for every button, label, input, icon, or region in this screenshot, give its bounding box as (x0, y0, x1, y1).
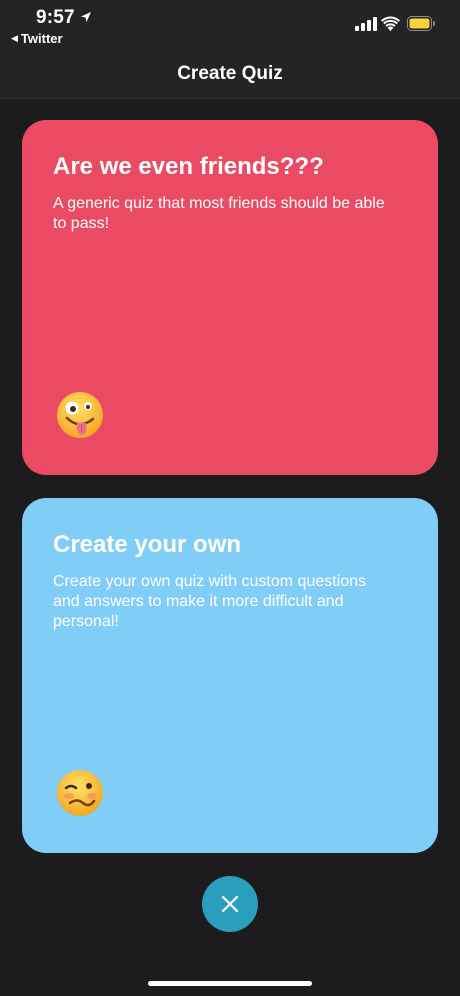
zany-face-icon (57, 392, 103, 438)
screen: 9:57 ◀ Twitter Create Quiz Are we even f… (0, 0, 460, 996)
card-title: Are we even friends??? (53, 153, 324, 180)
home-indicator[interactable] (148, 981, 312, 986)
status-time: 9:57 (36, 7, 75, 28)
page-title: Create Quiz (177, 63, 283, 84)
close-button[interactable] (202, 876, 258, 932)
back-to-app-link[interactable]: ◀ Twitter (11, 31, 63, 46)
top-bar: 9:57 ◀ Twitter Create Quiz (0, 0, 460, 99)
battery-icon (407, 16, 435, 31)
quiz-card-generic[interactable]: Are we even friends??? A generic quiz th… (22, 120, 438, 475)
card-title: Create your own (53, 531, 242, 558)
wifi-icon (381, 16, 400, 31)
cellular-signal-icon (355, 17, 377, 31)
quiz-card-custom[interactable]: Create your own Create your own quiz wit… (22, 498, 438, 853)
card-description: A generic quiz that most friends should … (53, 195, 385, 232)
back-triangle-icon: ◀ (11, 33, 18, 43)
card-description: Create your own quiz with custom questio… (53, 573, 367, 630)
woozy-face-icon (57, 770, 103, 816)
back-app-label: Twitter (20, 31, 63, 46)
location-arrow-icon (81, 12, 91, 22)
close-icon (221, 895, 239, 913)
